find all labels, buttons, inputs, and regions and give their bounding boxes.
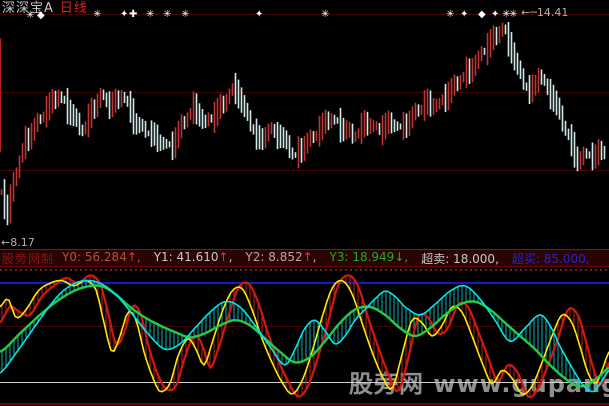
event-marker-icon: ✳ <box>93 9 102 20</box>
event-marker-icon: ✳ <box>509 9 518 20</box>
indicator-values: Y0: 56.284↑, Y1: 41.610↑, Y2: 8.852↑, Y3: 1… <box>62 249 603 266</box>
event-marker-icon: ✦ <box>255 9 264 20</box>
period-label[interactable]: 日线 <box>60 1 88 16</box>
event-marker-icon: ✦ <box>491 9 500 20</box>
event-marker-icon: ✳ <box>446 9 455 20</box>
event-marker-icon: ✳ <box>26 10 35 21</box>
low-price-annotation: ←8.17 <box>1 236 35 249</box>
up-arrow-icon: ↑ <box>302 249 313 264</box>
indicator-header-band: 股旁网制 Y0: 56.284↑, Y1: 41.610↑, Y2: 8.852↑,… <box>0 249 609 267</box>
indicator-value-overbought: 超买: 85.000, <box>511 251 590 266</box>
event-marker-icon: ◆ <box>37 10 45 21</box>
event-marker-icon: ✦ <box>120 9 129 20</box>
trading-app-window: 深深宝A 日线 ←─14.41 ←8.17 ✳ ◆ ✳ ✦ ✚ ✳ ✳ ✳ ✦ ✳ ✳ ✦ ◆ ✦ ✳ ✳ 股旁… <box>0 0 609 406</box>
event-marker-icon: ✳ <box>181 9 190 20</box>
indicator-source-label: 股旁网制 <box>2 251 55 266</box>
event-marker-icon: ✦ <box>460 9 469 20</box>
event-marker-icon: ✳ <box>163 9 172 20</box>
indicator-value-Y2: Y2: 8.852↑, <box>245 249 317 264</box>
event-marker-icon: ◆ <box>478 9 486 20</box>
event-marker-icon: ✳ <box>146 9 155 20</box>
up-arrow-icon: ↑ <box>126 249 137 264</box>
indicator-value-oversold: 超卖: 18.000, <box>421 251 499 266</box>
indicator-value-Y1: Y1: 41.610↑, <box>153 249 233 264</box>
event-marker-icon: ✚ <box>129 9 138 20</box>
up-arrow-icon: ↑ <box>218 249 229 264</box>
down-arrow-icon: ↓ <box>394 249 405 264</box>
indicator-value-Y0: Y0: 56.284↑, <box>62 249 141 264</box>
price-indicator-canvas[interactable] <box>0 0 609 406</box>
high-price-annotation: ←─14.41 <box>521 6 569 19</box>
indicator-value-Y3: Y3: 18.949↓, <box>329 249 409 264</box>
event-marker-icon: ✳ <box>321 9 330 20</box>
